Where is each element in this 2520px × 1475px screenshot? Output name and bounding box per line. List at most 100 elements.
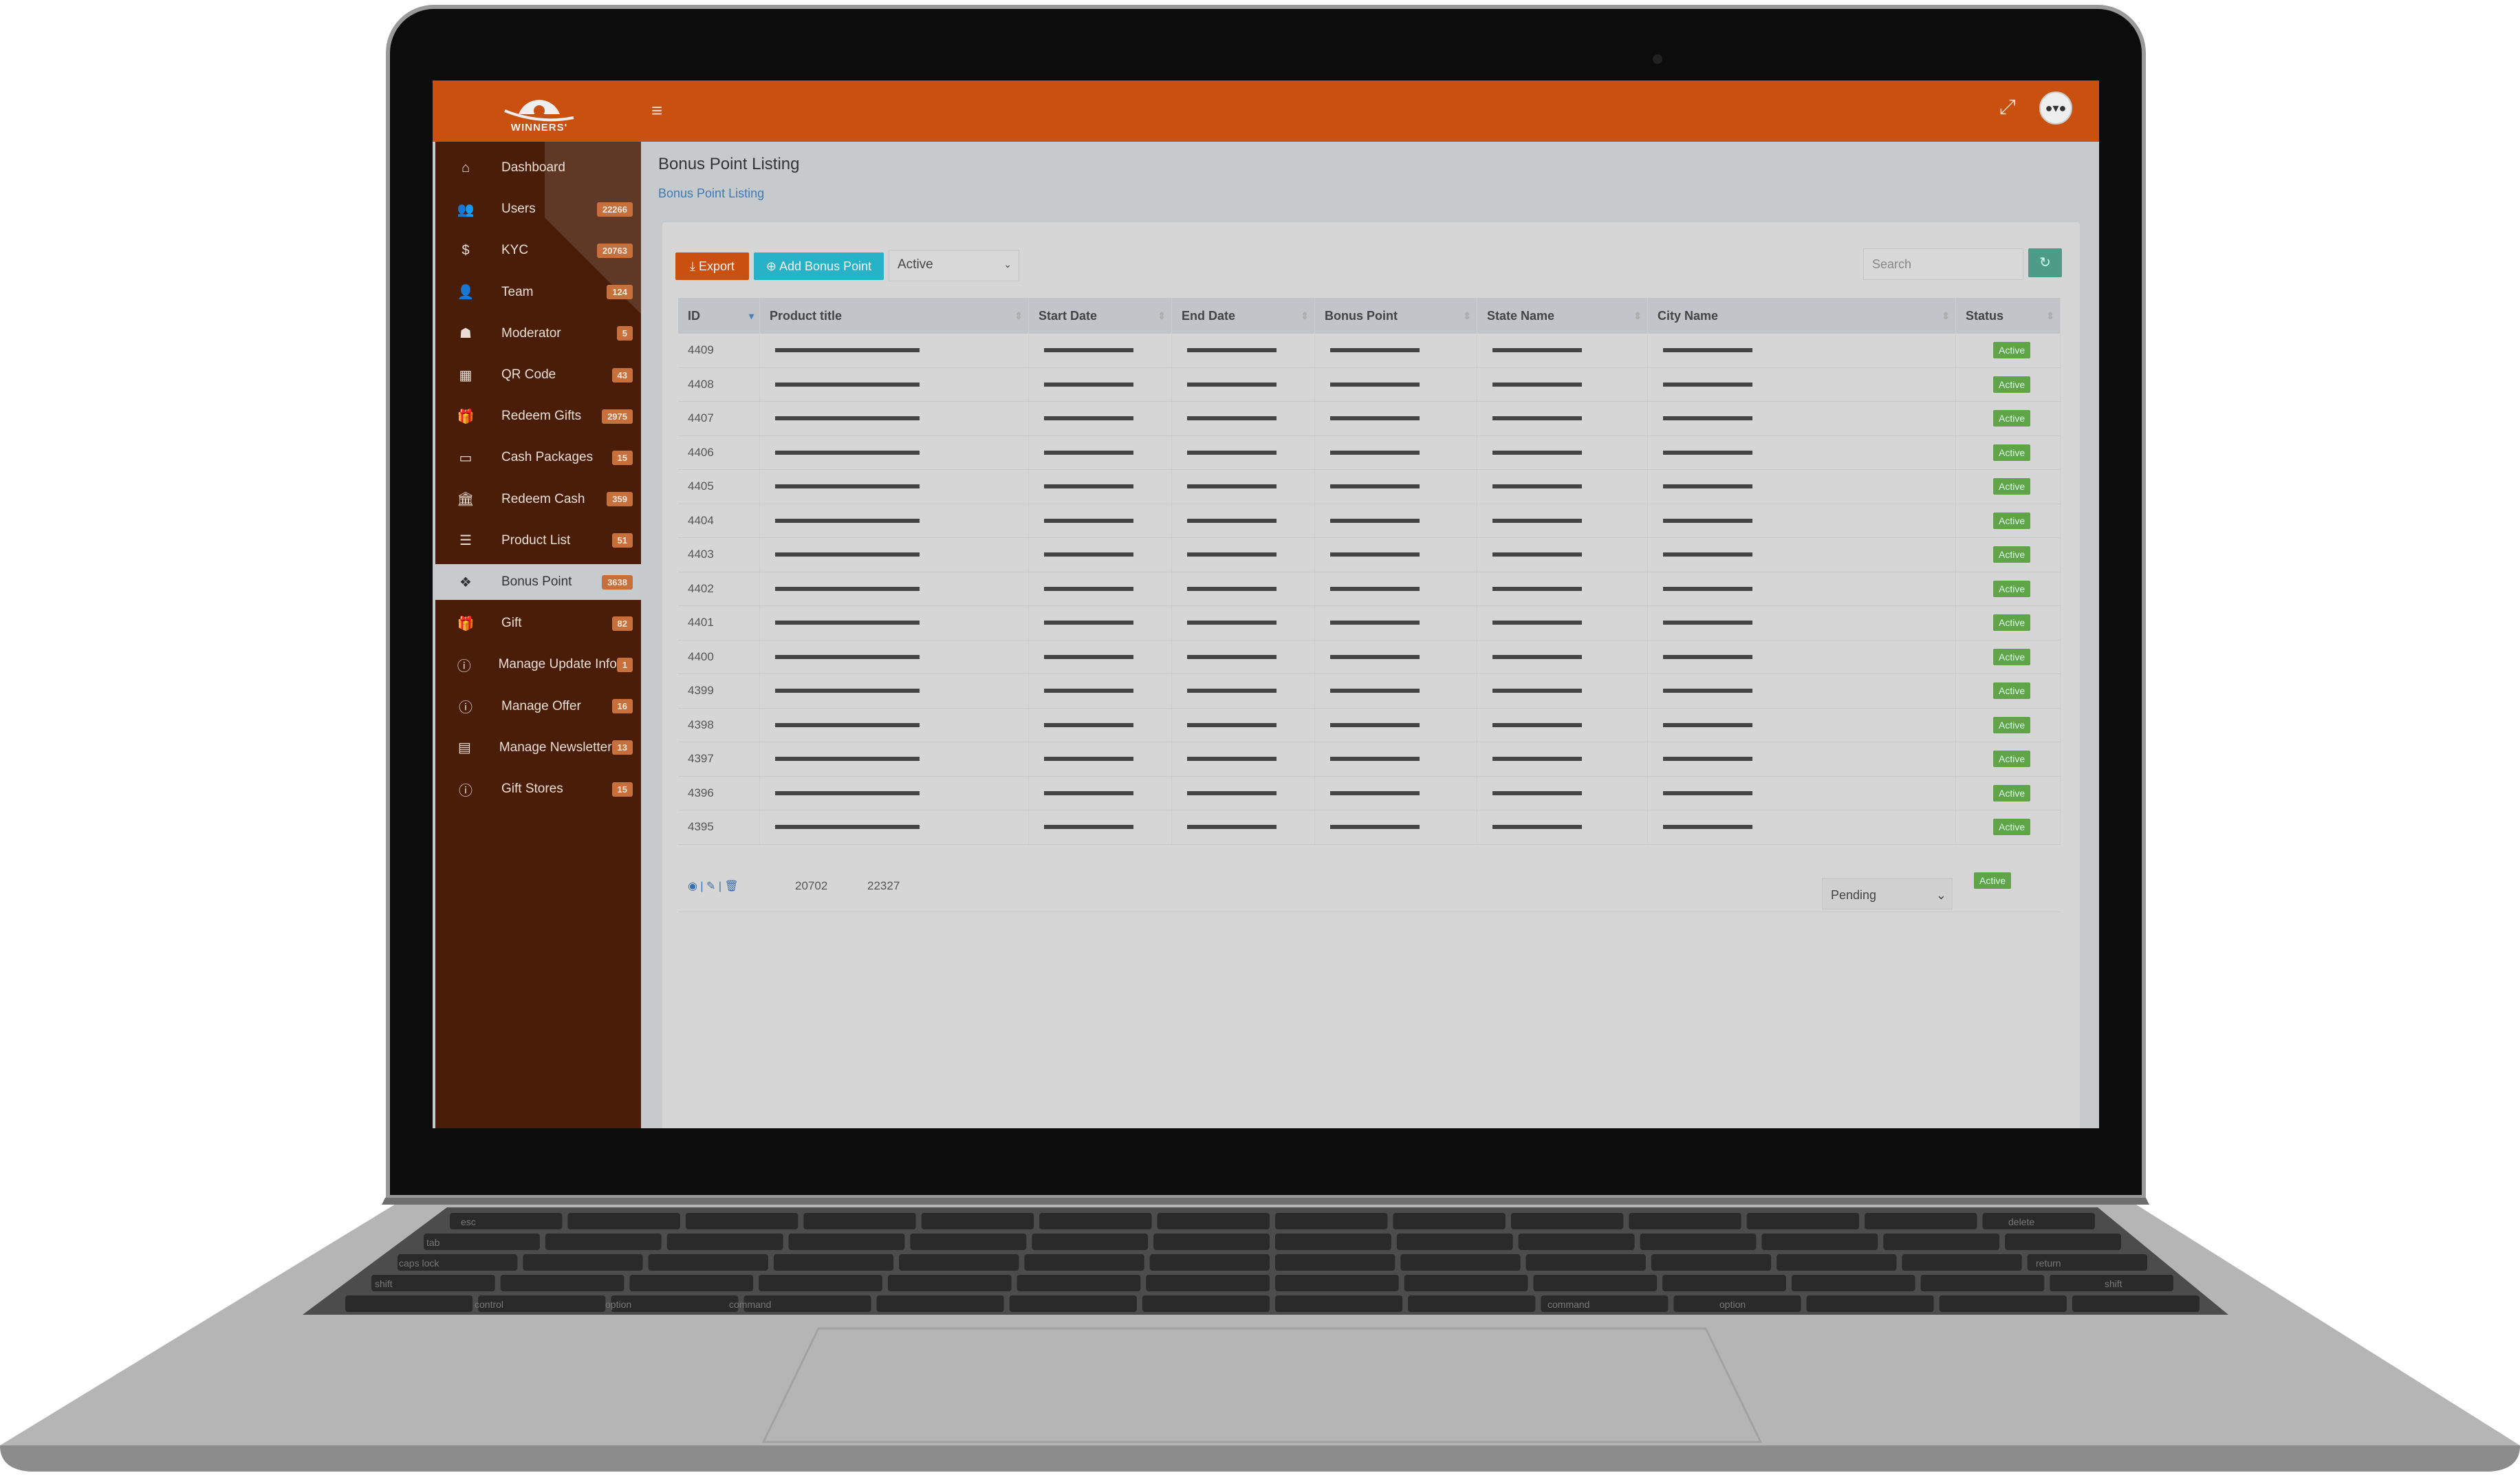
key-label: control [475, 1299, 503, 1310]
hamburger-icon[interactable]: ≡ [651, 100, 662, 122]
table-row[interactable]: 4397 Active [678, 742, 2061, 777]
key-label: tab [426, 1237, 440, 1248]
sidebar-item-manage-offer[interactable]: ⓘ Manage Offer 16 [435, 689, 641, 724]
sidebar-item-product-list[interactable]: ☰ Product List 51 [435, 523, 641, 559]
column-header-state-name[interactable]: State Name ⇕ [1477, 298, 1648, 334]
table-row[interactable]: 4405 Active [678, 470, 2061, 504]
table-row[interactable]: 4395 Active [678, 810, 2061, 845]
column-header-city-name[interactable]: City Name ⇕ [1648, 298, 1956, 334]
redacted-text [775, 348, 920, 353]
column-header-end-date[interactable]: End Date ⇕ [1172, 298, 1315, 334]
screen: WINNERS' ≡ ⤢ ●▾● ⌂ Dashboard 👥 Users 22266 $ K… [433, 80, 2099, 1128]
sidebar-item-users[interactable]: 👥 Users 22266 [435, 191, 641, 227]
keyboard-key [1883, 1234, 2000, 1250]
keyboard-key [523, 1254, 643, 1271]
sidebar-item-label: Manage Newsletter [499, 740, 612, 755]
search-input[interactable]: Search [1863, 248, 2023, 280]
count-badge: 82 [611, 616, 633, 631]
redacted-text [1044, 484, 1133, 489]
column-header-status[interactable]: Status ⇕ [1956, 298, 2061, 334]
sidebar-item-bonus-point[interactable]: ❖ Bonus Point 3638 [435, 564, 641, 600]
sidebar-item-qr-code[interactable]: ▦ QR Code 43 [435, 357, 641, 393]
count-badge: 13 [611, 740, 633, 755]
sidebar-item-gift-stores[interactable]: ⓘ Gift Stores 15 [435, 771, 641, 807]
cell-redacted [1648, 742, 1956, 776]
column-header-id[interactable]: ID ▾ [678, 298, 760, 334]
cell-redacted [1315, 674, 1477, 708]
cell-redacted [1315, 572, 1477, 605]
status-badge: Active [1993, 410, 2031, 427]
info-icon: ⓘ [459, 700, 472, 716]
table-row[interactable]: 4399 Active [678, 674, 2061, 709]
dollar-icon: $ [461, 242, 470, 258]
column-header-start-date[interactable]: Start Date ⇕ [1029, 298, 1172, 334]
keyboard-key [1651, 1254, 1772, 1271]
table-row[interactable]: 4406 Active [678, 435, 2061, 470]
cell-redacted [1315, 538, 1477, 572]
status-badge: Active [1993, 376, 2031, 393]
table-row[interactable]: 4408 Active [678, 367, 2061, 402]
sidebar-item-cash-packages[interactable]: ▭ Cash Packages 15 [435, 440, 641, 475]
column-header-bonus-point[interactable]: Bonus Point ⇕ [1315, 298, 1477, 334]
cell-status: Active [1956, 708, 2061, 742]
cell-redacted [1648, 402, 1956, 435]
redacted-text [1187, 621, 1277, 625]
redacted-text [1187, 790, 1277, 795]
export-button[interactable]: ⤓ Export [675, 252, 749, 280]
user-plus-icon: 👤 [457, 285, 475, 301]
cell-redacted [1477, 435, 1648, 469]
sidebar-item-manage-update-info[interactable]: ⓘ Manage Update Info 1 [435, 647, 641, 682]
redacted-text [1330, 348, 1420, 353]
sidebar-item-gift[interactable]: 🎁 Gift 82 [435, 605, 641, 641]
sidebar-item-redeem-gifts[interactable]: 🎁 Redeem Gifts 2975 [435, 398, 641, 434]
keyboard-key [545, 1234, 662, 1250]
sidebar-item-redeem-cash[interactable]: 🏛 Redeem Cash 359 [435, 482, 641, 517]
redacted-text [775, 722, 920, 727]
table-row[interactable]: 4401 Active [678, 606, 2061, 640]
sidebar-item-kyc[interactable]: $ KYC 20763 [435, 233, 641, 268]
cell-redacted [1029, 334, 1172, 367]
avatar[interactable]: ●▾● [2039, 91, 2072, 125]
cell-redacted [1648, 435, 1956, 469]
sidebar-item-team[interactable]: 👤 Team 124 [435, 274, 641, 310]
sidebar-item-manage-newsletter[interactable]: ▤ Manage Newsletter 13 [435, 730, 641, 766]
keyboard-key [567, 1213, 680, 1229]
status-filter-select[interactable]: Active ⌄ [889, 250, 1019, 281]
redacted-text [1663, 825, 1752, 830]
cell-redacted [760, 470, 1029, 504]
sort-icon: ⇕ [1942, 310, 1950, 321]
status-select[interactable]: Pending ⌄ [1822, 877, 1953, 909]
status-badge: Active [1993, 546, 2031, 563]
table-row[interactable]: 4407 Active [678, 402, 2061, 436]
table-row[interactable]: 4404 Active [678, 504, 2061, 538]
count-badge: 5 [616, 326, 633, 341]
table-row[interactable]: 4396 Active [678, 776, 2061, 810]
breadcrumb[interactable]: Bonus Point Listing [658, 186, 764, 201]
sidebar-item-dashboard[interactable]: ⌂ Dashboard [435, 150, 641, 186]
column-header-product-title[interactable]: Product title ⇕ [760, 298, 1029, 334]
table-row[interactable]: 4409 Active [678, 334, 2061, 368]
cell-redacted [760, 504, 1029, 537]
redacted-text [1492, 518, 1582, 523]
sidebar-item-moderator[interactable]: ☗ Moderator 5 [435, 316, 641, 352]
table-row[interactable]: 4400 Active [678, 640, 2061, 674]
table-row[interactable]: ◉ | ✎ | 🗑 20702 22327 Pending ⌄ Active [678, 850, 2061, 912]
keyboard-key [803, 1213, 916, 1229]
table-row[interactable]: 4403 Active [678, 538, 2061, 572]
cell-id: 4406 [678, 435, 760, 469]
cell-redacted [1477, 504, 1648, 537]
status-badge: Active [1993, 444, 2031, 461]
view-icon[interactable]: ◉ [688, 881, 697, 892]
cell-redacted [760, 742, 1029, 776]
delete-icon[interactable]: 🗑 [724, 881, 738, 892]
expand-icon[interactable]: ⤢ [1999, 96, 2016, 119]
refresh-icon[interactable]: ↻ [2028, 248, 2062, 277]
sort-icon: ⇕ [1633, 310, 1642, 321]
add-bonus-point-button[interactable]: ⊕ Add Bonus Point [754, 252, 884, 280]
edit-icon[interactable]: ✎ [706, 881, 715, 892]
redacted-text [1187, 825, 1277, 830]
table-row[interactable]: 4402 Active [678, 572, 2061, 606]
keyboard-key [345, 1295, 473, 1312]
table-row[interactable]: 4398 Active [678, 708, 2061, 742]
cell-status: Active [1956, 470, 2061, 504]
